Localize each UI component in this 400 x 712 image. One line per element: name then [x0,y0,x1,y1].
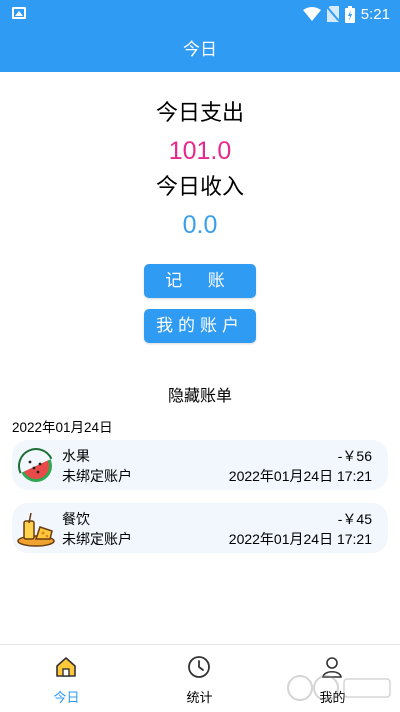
clock-icon [188,656,210,678]
record-card[interactable]: 水果 未绑定账户 -￥56 2022年01月24日 17:21 [12,440,388,490]
record-amount: -￥56 [337,448,372,464]
record-category: 水果 [62,449,90,465]
watermark-logo [287,675,391,701]
record-account: 未绑定账户 [62,469,132,485]
record-time: 2022年01月24日 17:21 [228,468,372,484]
tab-label: 统计 [186,691,213,706]
status-time: 5:21 [360,5,390,23]
meal-icon [17,512,55,547]
record-time: 2022年01月24日 17:21 [228,531,372,547]
expense-value: 101.0 [168,137,232,165]
date-header: 2022年01月24日 [12,420,113,435]
app-bar-title: 今日 [0,28,400,72]
record-button[interactable]: 记 账 [144,264,256,298]
tab-label: 今日 [53,691,80,706]
battery-icon [344,5,355,23]
image-notification-icon [12,7,26,19]
expense-label: 今日支出 [155,101,244,126]
wifi-icon [302,7,321,21]
hidden-bills-link[interactable]: 隐藏账单 [0,382,400,406]
income-value: 0.0 [182,211,218,239]
record-account: 未绑定账户 [62,532,132,548]
tab-statistics[interactable]: 统计 [133,645,266,712]
my-account-button[interactable]: 我的账户 [144,309,256,343]
home-icon [56,657,76,677]
record-amount: -￥45 [337,511,372,527]
status-bar: 5:21 [0,0,400,28]
watermelon-icon [18,448,53,482]
tab-today[interactable]: 今日 [0,645,133,712]
record-card[interactable]: 餐饮 未绑定账户 -￥45 2022年01月24日 17:21 [12,503,388,553]
record-category: 餐饮 [62,512,90,528]
no-sim-icon [326,6,339,22]
income-label: 今日收入 [155,175,244,200]
daily-summary: 今日支出 101.0 今日收入 0.0 [0,96,400,244]
